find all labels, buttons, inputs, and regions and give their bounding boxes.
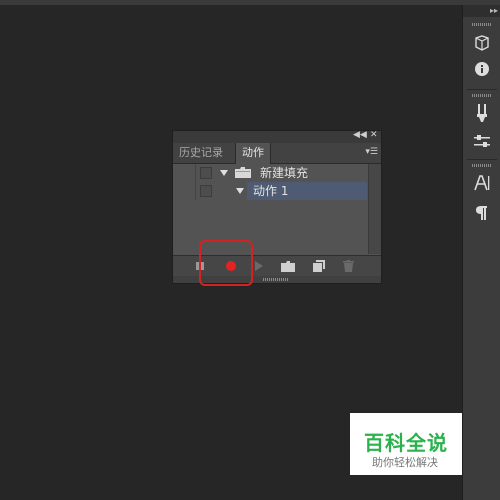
action-set-label: 新建填充 [260, 166, 309, 180]
panel-titlebar[interactable]: ◀◀ ✕ [173, 130, 381, 143]
record-button-highlight [199, 240, 253, 286]
action-toggle-checkbox[interactable] [200, 167, 212, 179]
action-row[interactable]: 动作 1 [173, 182, 367, 200]
adjust-icon [474, 135, 490, 147]
dialog-toggle[interactable] [173, 182, 196, 200]
paragraph-panel-button[interactable] [469, 201, 495, 225]
right-dock: ▸▸ [462, 5, 500, 500]
watermark-title: 百科全说 [364, 431, 448, 455]
brush-panel-button[interactable] [469, 101, 495, 125]
play-icon [255, 261, 263, 271]
dock-collapse-button[interactable]: ▸▸ [463, 5, 500, 17]
adjustments-panel-button[interactable] [469, 129, 495, 153]
new-set-button[interactable] [277, 257, 299, 275]
dock-grip[interactable] [472, 94, 492, 97]
folder-icon [281, 260, 295, 272]
delete-button[interactable] [337, 257, 359, 275]
trash-icon [342, 260, 354, 272]
grip-dots [263, 278, 289, 281]
info-icon [475, 62, 489, 76]
folder-icon [235, 167, 251, 178]
3d-icon [475, 35, 489, 51]
brush-icon [477, 104, 487, 122]
dock-grip[interactable] [472, 164, 492, 167]
expand-triangle-icon[interactable] [236, 188, 244, 194]
dock-divider [467, 89, 497, 90]
close-icon[interactable]: ✕ [370, 130, 378, 140]
collapse-panel-icon[interactable]: ◀◀ [353, 130, 367, 140]
action-toggle-checkbox[interactable] [200, 185, 212, 197]
dialog-toggle[interactable] [173, 164, 196, 182]
character-icon [474, 175, 490, 191]
action-label: 动作 1 [253, 184, 289, 198]
character-panel-button[interactable] [469, 171, 495, 195]
watermark-logo: 百科全说 助你轻松解决 [350, 413, 462, 475]
panel-tabs: 历史记录 动作 ▾☰ [173, 143, 381, 164]
tab-history[interactable]: 历史记录 [173, 143, 229, 163]
application-bar [0, 0, 500, 5]
dock-grip[interactable] [472, 23, 492, 26]
expand-triangle-icon[interactable] [220, 170, 228, 176]
3d-panel-button[interactable] [469, 31, 495, 55]
tab-actions[interactable]: 动作 [235, 143, 271, 164]
watermark-subtitle: 助你轻松解决 [372, 456, 438, 469]
paragraph-icon [476, 206, 487, 220]
action-set-row[interactable]: 新建填充 [173, 164, 367, 182]
list-scrollbar[interactable] [368, 164, 381, 254]
new-action-icon [313, 260, 325, 272]
info-panel-button[interactable] [469, 57, 495, 81]
dock-divider [467, 159, 497, 160]
panel-menu-icon[interactable]: ▾☰ [365, 147, 378, 157]
new-action-button[interactable] [308, 257, 330, 275]
double-chevron-right-icon: ▸▸ [489, 6, 498, 15]
